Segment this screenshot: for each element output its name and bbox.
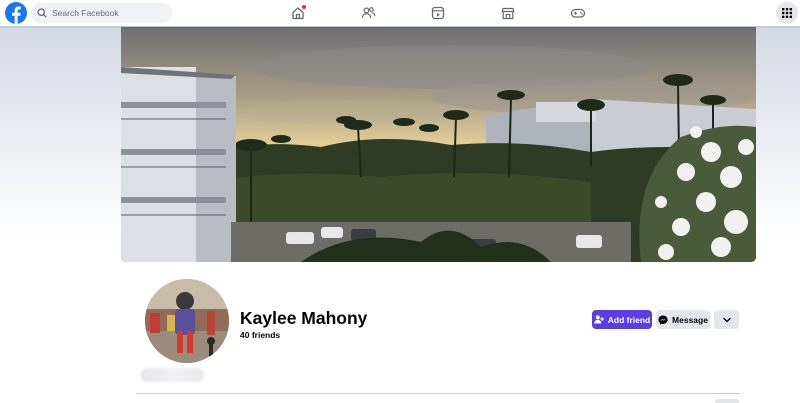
- add-friend-label: Add friend: [607, 314, 651, 325]
- friends-count[interactable]: 40 friends: [240, 330, 280, 340]
- add-friend-button[interactable]: Add friend: [592, 310, 652, 329]
- top-navigation-bar: [0, 0, 800, 26]
- blurred-detail: [141, 368, 204, 382]
- message-label: Message: [672, 314, 708, 325]
- profile-name: Kaylee Mahony: [240, 308, 368, 328]
- profile-divider: [136, 393, 740, 394]
- facebook-logo-icon[interactable]: [5, 2, 27, 24]
- messenger-icon: [658, 315, 668, 325]
- friends-icon[interactable]: [357, 3, 379, 23]
- profile-picture[interactable]: [142, 276, 232, 366]
- menu-grid-icon[interactable]: [776, 2, 798, 24]
- more-options-button[interactable]: [714, 310, 739, 329]
- add-person-icon: [594, 315, 604, 324]
- cover-photo[interactable]: [121, 27, 756, 262]
- search-input[interactable]: [52, 8, 162, 18]
- notification-dot: [302, 5, 306, 9]
- marketplace-icon[interactable]: [497, 3, 519, 23]
- message-button[interactable]: Message: [656, 310, 710, 329]
- search-icon: [37, 8, 47, 18]
- home-icon[interactable]: [287, 3, 309, 23]
- video-icon[interactable]: [427, 3, 449, 23]
- gaming-icon[interactable]: [567, 3, 589, 23]
- chevron-down-icon: [722, 317, 731, 323]
- search-bar[interactable]: [31, 3, 172, 23]
- tab-more-stub[interactable]: [715, 399, 739, 403]
